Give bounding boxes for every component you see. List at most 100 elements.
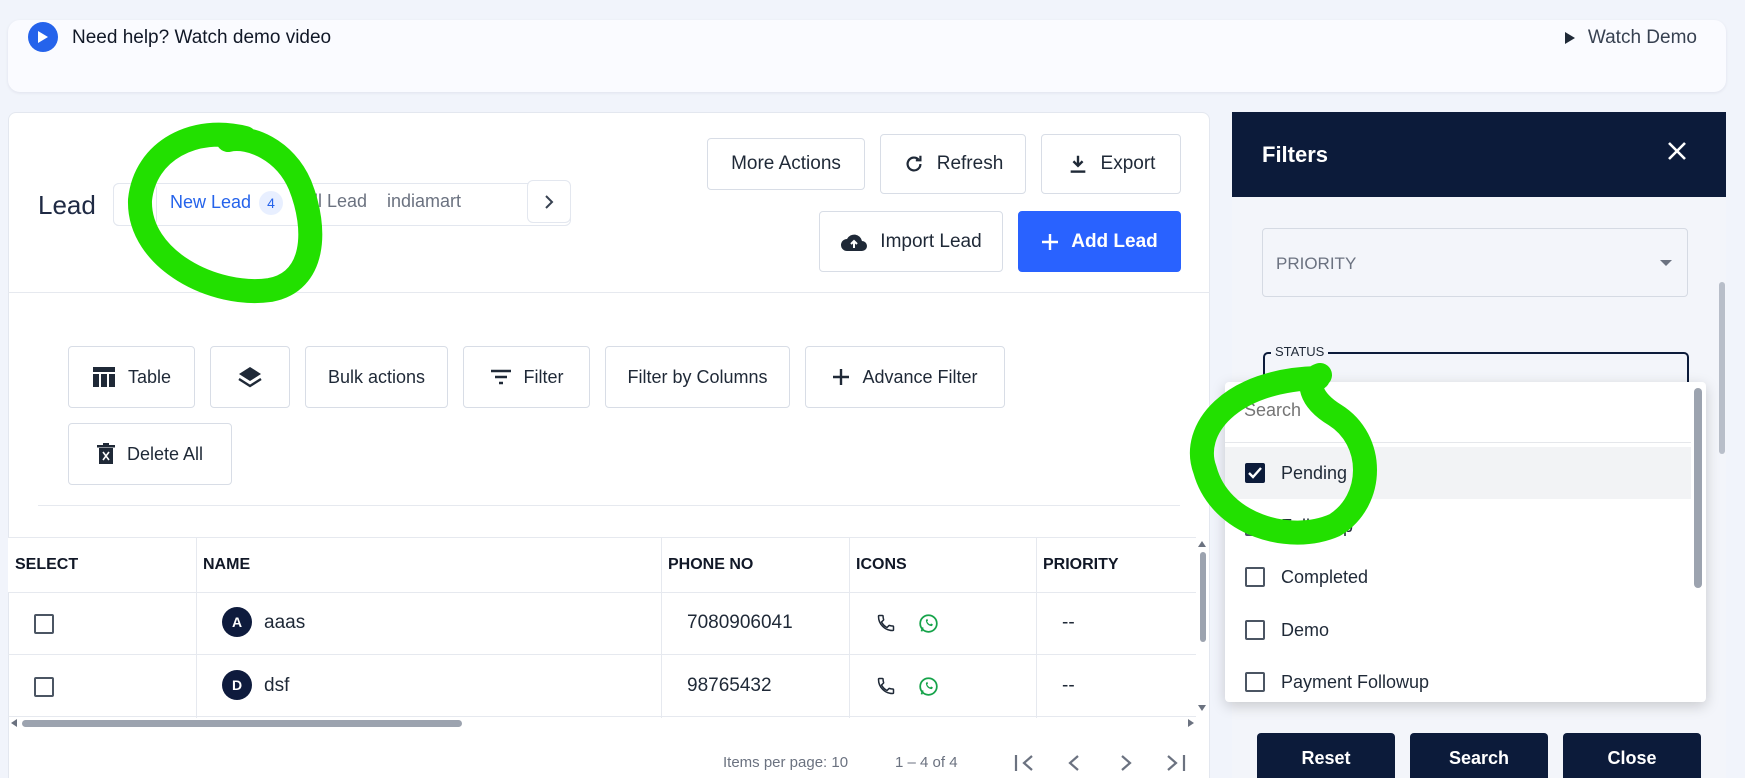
table-vertical-scrollbar[interactable]	[1200, 552, 1206, 642]
column-header-priority[interactable]: PRIORITY	[1043, 556, 1119, 574]
status-option-pending[interactable]: Pending	[1225, 447, 1691, 499]
filter-by-columns-label: Filter by Columns	[627, 366, 768, 387]
status-option-demo[interactable]: Demo	[1225, 604, 1691, 656]
lead-priority: --	[1062, 612, 1075, 633]
status-option-label: Demo	[1281, 619, 1330, 640]
column-header-phone[interactable]: PHONE NO	[668, 556, 753, 574]
row-divider	[8, 716, 1196, 717]
page-title: Lead	[38, 190, 96, 220]
dropdown-scrollbar[interactable]	[1694, 388, 1702, 588]
table-view-label: Table	[127, 366, 172, 387]
phone-icon[interactable]	[876, 613, 896, 633]
checkbox-unchecked[interactable]	[1245, 516, 1265, 536]
phone-icon[interactable]	[876, 676, 896, 696]
last-page-icon[interactable]	[1164, 754, 1186, 772]
tab-count-badge: 4	[259, 191, 284, 215]
refresh-button[interactable]: Refresh	[880, 134, 1026, 194]
cloud-upload-icon	[841, 234, 868, 251]
checkmark-icon	[1248, 467, 1262, 479]
priority-select-label: PRIORITY	[1276, 254, 1357, 273]
status-option-completed[interactable]: Completed	[1225, 551, 1691, 603]
scroll-down-arrow-icon[interactable]	[1197, 704, 1207, 712]
lead-phone: 98765432	[687, 675, 772, 696]
header-divider	[8, 292, 1210, 293]
lead-priority: --	[1062, 675, 1075, 696]
row-divider	[8, 654, 1196, 655]
column-separator	[849, 538, 850, 718]
download-icon	[1070, 155, 1085, 173]
status-option-label: Completed	[1281, 566, 1369, 587]
filter-button[interactable]: Filter	[463, 346, 590, 408]
table-view-button[interactable]: Table	[68, 346, 195, 408]
table-icon	[92, 367, 115, 387]
checkbox-checked[interactable]	[1245, 463, 1265, 483]
dropdown-arrow-icon[interactable]	[1659, 259, 1673, 267]
column-separator	[661, 538, 662, 718]
tab-new-lead-label: New Lead	[170, 192, 252, 212]
layers-button[interactable]	[210, 346, 290, 408]
checkbox-unchecked[interactable]	[1245, 567, 1265, 587]
status-option-followup[interactable]: Followup	[1225, 500, 1691, 552]
add-lead-button[interactable]: Add Lead	[1018, 211, 1181, 272]
status-option-payment-followup[interactable]: Payment Followup	[1225, 656, 1691, 708]
status-option-label: Payment Followup	[1281, 671, 1430, 692]
search-button[interactable]: Search	[1410, 733, 1548, 778]
export-button[interactable]: Export	[1041, 134, 1181, 194]
next-page-icon[interactable]	[1119, 754, 1133, 772]
avatar: D	[222, 670, 252, 700]
tabs-prev-button[interactable]	[113, 183, 157, 226]
table-horizontal-scrollbar[interactable]	[22, 720, 462, 727]
more-actions-label: More Actions	[731, 153, 841, 174]
import-lead-button[interactable]: Import Lead	[819, 211, 1003, 272]
scroll-right-arrow-icon[interactable]	[1187, 718, 1195, 728]
panel-scrollbar[interactable]	[1719, 282, 1725, 454]
column-separator	[1036, 538, 1037, 718]
tab-all-lead[interactable]: All Lead	[302, 191, 367, 212]
whatsapp-icon[interactable]	[918, 613, 939, 634]
filter-label: Filter	[523, 366, 564, 387]
close-icon[interactable]	[1667, 141, 1687, 161]
checkbox-unchecked[interactable]	[1245, 620, 1265, 640]
items-per-page[interactable]: Items per page: 10	[723, 754, 848, 771]
delete-all-button[interactable]: Delete All	[68, 423, 232, 485]
filter-lines-icon	[490, 369, 511, 385]
tabs-next-button[interactable]	[527, 180, 571, 223]
watch-demo-button[interactable]: Watch Demo	[1564, 27, 1697, 49]
column-header-select[interactable]: SELECT	[15, 556, 78, 574]
scroll-up-arrow-icon[interactable]	[1197, 540, 1207, 548]
lead-name[interactable]: aaas	[264, 612, 305, 634]
tab-new-lead[interactable]: New Lead 4	[170, 191, 284, 215]
table-header	[8, 537, 1196, 593]
bulk-actions-button[interactable]: Bulk actions	[305, 346, 448, 408]
whatsapp-icon[interactable]	[918, 676, 939, 697]
toolbar-divider	[38, 505, 1180, 506]
filter-by-columns-button[interactable]: Filter by Columns	[605, 346, 790, 408]
status-search-input[interactable]	[1244, 400, 1644, 421]
help-text: Need help? Watch demo video	[72, 27, 332, 48]
scroll-left-arrow-icon[interactable]	[10, 718, 18, 728]
column-header-name[interactable]: NAME	[203, 556, 250, 574]
tab-indiamart[interactable]: indiamart	[387, 191, 461, 212]
first-page-icon[interactable]	[1014, 754, 1036, 772]
chevron-left-icon	[130, 197, 139, 212]
refresh-label: Refresh	[936, 153, 1004, 174]
previous-page-icon[interactable]	[1067, 754, 1081, 772]
status-option-label: Pending	[1281, 462, 1348, 483]
advance-filter-button[interactable]: Advance Filter	[805, 346, 1005, 408]
delete-icon	[96, 443, 115, 464]
import-lead-label: Import Lead	[880, 230, 982, 252]
refresh-icon	[906, 155, 922, 172]
close-button[interactable]: Close	[1563, 733, 1701, 778]
reset-button[interactable]: Reset	[1257, 733, 1395, 778]
bulk-actions-label: Bulk actions	[327, 366, 426, 387]
play-icon[interactable]	[28, 22, 58, 52]
layers-icon	[238, 367, 262, 388]
row-select-checkbox[interactable]	[34, 614, 54, 634]
column-header-icons[interactable]: ICONS	[856, 556, 907, 574]
lead-name[interactable]: dsf	[264, 675, 289, 697]
more-actions-button[interactable]: More Actions	[707, 138, 865, 190]
checkbox-unchecked[interactable]	[1245, 672, 1265, 692]
row-select-checkbox[interactable]	[34, 677, 54, 697]
chevron-right-icon	[545, 194, 554, 209]
filters-title: Filters	[1262, 142, 1329, 167]
